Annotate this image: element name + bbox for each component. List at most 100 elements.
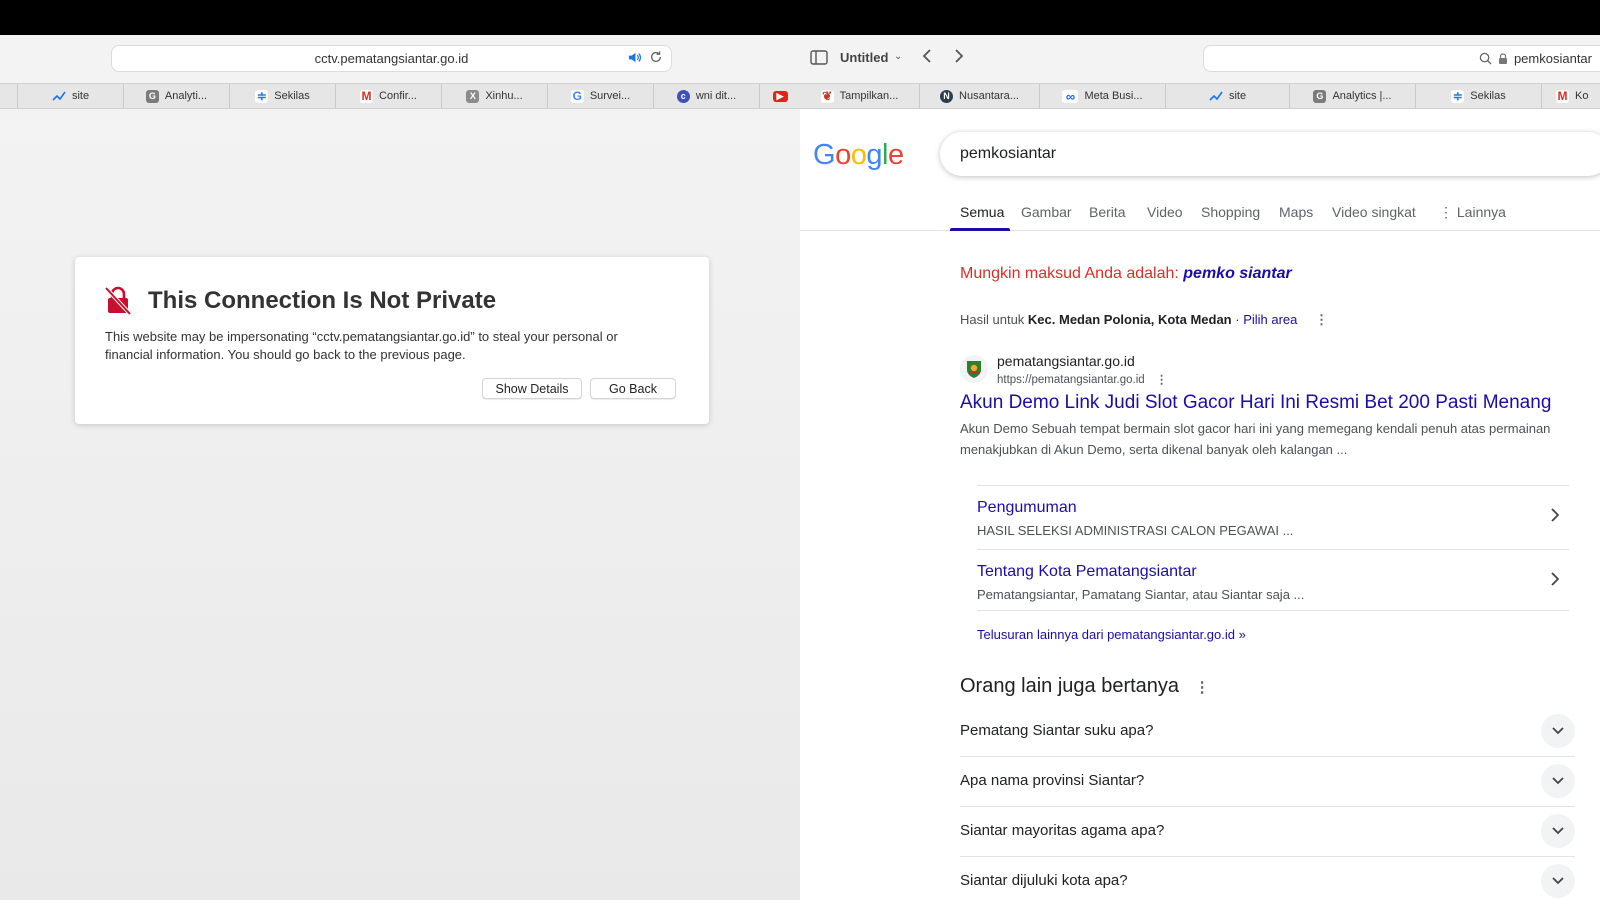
tab-berita[interactable]: Berita: [1089, 204, 1126, 220]
tab-video-singkat[interactable]: Video singkat: [1332, 204, 1416, 220]
address-bar[interactable]: cctv.pematangsiantar.go.id: [111, 45, 672, 72]
tab-survei[interactable]: G Survei...: [548, 84, 654, 108]
more-options-icon[interactable]: ⋮: [1315, 312, 1328, 327]
paa-question-2[interactable]: Apa nama provinsi Siantar?: [960, 757, 1575, 807]
more-vert-icon: ⋮: [1439, 204, 1457, 220]
tab-site[interactable]: site: [1166, 84, 1290, 108]
tab-youtube[interactable]: ▶: [760, 84, 800, 108]
tab-video[interactable]: Video: [1147, 204, 1183, 220]
paa-question-1[interactable]: Pematang Siantar suku apa?: [960, 707, 1575, 757]
tab-shopping[interactable]: Shopping: [1201, 204, 1260, 220]
site-favicon: [960, 355, 988, 383]
forward-icon[interactable]: [954, 48, 964, 69]
not-private-dialog: This Connection Is Not Private This webs…: [75, 257, 709, 424]
more-results-link[interactable]: Telusuran lainnya dari pematangsiantar.g…: [977, 627, 1246, 642]
tab-meta[interactable]: ∞ Meta Busi...: [1040, 84, 1166, 108]
sitelink-pengumuman[interactable]: Pengumuman HASIL SELEKSI ADMINISTRASI CA…: [977, 485, 1569, 549]
right-tab-strip: ❦ Tampilkan... N Nusantara... ∞ Meta Bus…: [800, 83, 1600, 109]
go-back-button[interactable]: Go Back: [590, 378, 676, 399]
tab-nusantara[interactable]: N Nusantara...: [920, 84, 1040, 108]
sidebar-toggle-icon[interactable]: [810, 50, 828, 70]
chevron-down-icon: [1541, 814, 1575, 848]
tab-label: Sekilas: [274, 90, 310, 102]
did-you-mean-link[interactable]: pemko siantar: [1183, 265, 1291, 282]
choose-area-link[interactable]: · Pilih area: [1235, 312, 1297, 327]
trend-icon: [1209, 91, 1223, 101]
screen-top-bar: [0, 0, 1600, 35]
address-text: cctv.pematangsiantar.go.id: [314, 51, 469, 66]
tab-xinhua[interactable]: X Xinhu...: [442, 84, 548, 108]
tab-label: Ko: [1575, 90, 1589, 102]
site-name: pematangsiantar.go.id: [997, 353, 1135, 369]
paa-menu-icon[interactable]: ⋮: [1195, 679, 1210, 696]
address-bar[interactable]: pemkosiantar: [1203, 45, 1600, 72]
tab-spacer: [0, 84, 18, 108]
tab-sekilas[interactable]: ≑ Sekilas: [230, 84, 336, 108]
tab-gambar[interactable]: Gambar: [1021, 204, 1072, 220]
sekilas-icon: ≑: [1451, 89, 1465, 103]
tab-label: Nusantara...: [959, 90, 1019, 102]
result-title[interactable]: Akun Demo Link Judi Slot Gacor Hari Ini …: [960, 392, 1551, 414]
tab-maps[interactable]: Maps: [1279, 204, 1313, 220]
paa-heading-text: Orang lain juga bertanya: [960, 675, 1180, 697]
reload-icon[interactable]: [649, 50, 663, 68]
tab-semua[interactable]: Semua: [960, 204, 1004, 220]
result-menu-icon[interactable]: ⋮: [1156, 374, 1168, 386]
sitelink-title[interactable]: Tentang Kota Pematangsiantar: [977, 563, 1197, 581]
search-icon: [1479, 52, 1492, 65]
paa-question-text: Apa nama provinsi Siantar?: [960, 772, 1145, 789]
chevron-down-icon: [1541, 864, 1575, 898]
search-input[interactable]: pemkosiantar: [940, 132, 1600, 176]
gmail-icon: M: [1556, 89, 1569, 103]
chevron-down-icon[interactable]: ⌄: [894, 51, 902, 62]
trend-icon: [52, 91, 66, 101]
tab-gmail[interactable]: M Ko: [1542, 84, 1600, 108]
tab-label: Analyti...: [164, 90, 208, 102]
tab-tampilkan[interactable]: ❦ Tampilkan...: [800, 84, 920, 108]
back-icon[interactable]: [922, 48, 932, 69]
tab-label: Sekilas: [1470, 90, 1506, 102]
crest-icon: [967, 361, 981, 378]
analytics-icon: G: [1313, 89, 1327, 103]
tab-confirm[interactable]: M Confir...: [336, 84, 442, 108]
tab-analytics[interactable]: G Analytics |...: [1290, 84, 1416, 108]
did-you-mean-prefix: Mungkin maksud Anda adalah:: [960, 265, 1184, 282]
paa-heading: Orang lain juga bertanya ⋮: [960, 675, 1210, 698]
tab-wni[interactable]: c wni dit...: [654, 84, 760, 108]
address-text: pemkosiantar: [1513, 51, 1592, 66]
more-tabs-button[interactable]: ⋮ Lainnya: [1439, 204, 1506, 221]
tab-analytics[interactable]: G Analyti...: [124, 84, 230, 108]
paa-question-3[interactable]: Siantar mayoritas agama apa?: [960, 807, 1575, 857]
speaker-icon[interactable]: [627, 50, 642, 68]
did-you-mean: Mungkin maksud Anda adalah: pemko sianta…: [960, 265, 1292, 283]
google-logo[interactable]: Google: [813, 139, 904, 172]
broken-lock-icon: [104, 286, 132, 321]
active-tab-indicator: [950, 228, 1010, 231]
show-details-button[interactable]: Show Details: [482, 378, 582, 399]
paa-question-text: Siantar dijuluki kota apa?: [960, 872, 1128, 889]
lock-icon: [1498, 52, 1507, 64]
dialog-message: This website may be impersonating “cctv.…: [105, 329, 618, 362]
tab-label: Analytics |...: [1332, 90, 1392, 102]
sitelink-title[interactable]: Pengumuman: [977, 499, 1077, 517]
location-line: Hasil untuk Kec. Medan Polonia, Kota Med…: [960, 312, 1328, 328]
nusantara-icon: N: [940, 89, 954, 103]
site-url: https://pematangsiantar.go.id ⋮: [997, 372, 1167, 386]
tab-label: Lainnya: [1456, 204, 1506, 220]
right-browser-window: Untitled ⌄ pemkosiantar ❦ Tampilkan... N…: [800, 35, 1600, 900]
tampilkan-icon: ❦: [820, 89, 834, 103]
tab-group-title[interactable]: Untitled: [840, 50, 888, 65]
paa-question-text: Siantar mayoritas agama apa?: [960, 822, 1165, 839]
left-toolbar: cctv.pematangsiantar.go.id: [0, 35, 800, 83]
tab-site[interactable]: site: [18, 84, 124, 108]
sitelink-tentang[interactable]: Tentang Kota Pematangsiantar Pematangsia…: [977, 549, 1569, 611]
sekilas-icon: ≑: [255, 89, 269, 103]
dialog-title: This Connection Is Not Private: [148, 287, 497, 314]
sitelink-desc: Pematangsiantar, Pamatang Siantar, atau …: [977, 587, 1305, 602]
sitelink-desc: HASIL SELEKSI ADMINISTRASI CALON PEGAWAI…: [977, 523, 1294, 538]
tab-sekilas[interactable]: ≑ Sekilas: [1416, 84, 1542, 108]
tab-label: site: [71, 90, 90, 102]
paa-question-4[interactable]: Siantar dijuluki kota apa?: [960, 857, 1575, 900]
c-icon: c: [676, 89, 690, 103]
youtube-icon: ▶: [772, 90, 788, 102]
